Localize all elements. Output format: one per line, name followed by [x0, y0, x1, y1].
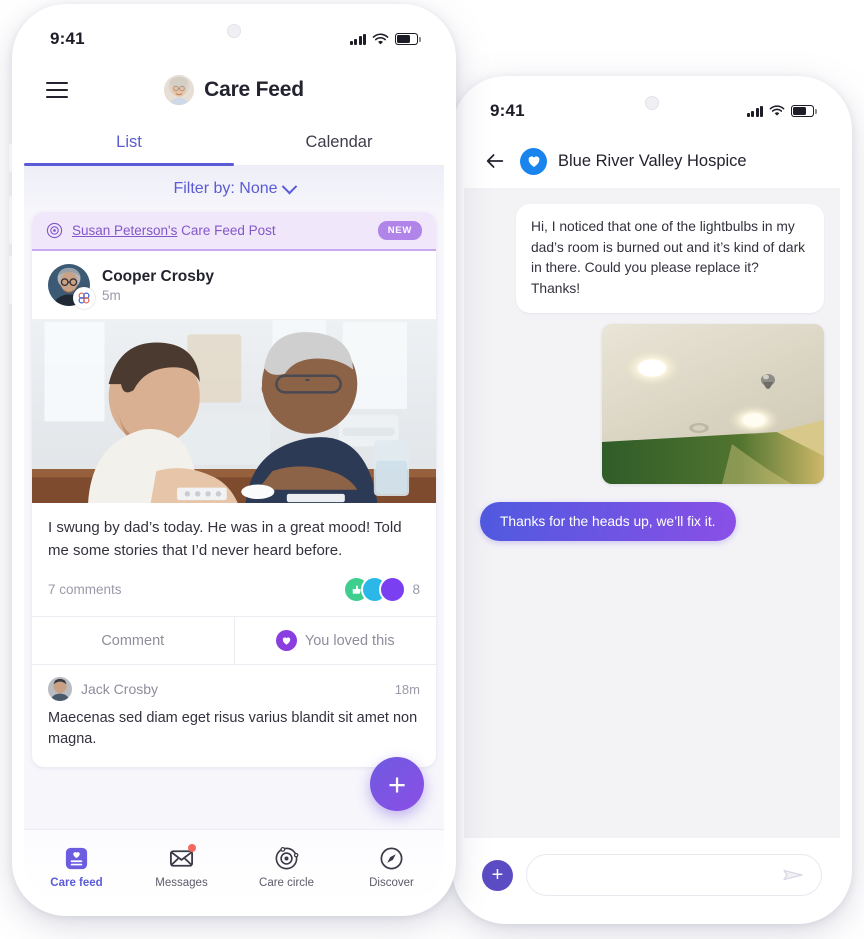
loved-this-label: You loved this: [304, 632, 395, 649]
filter-label: Filter by: None: [173, 180, 278, 197]
phone-side-button: [9, 144, 12, 172]
tab-list[interactable]: List: [24, 118, 234, 166]
left-phone-frame: 9:41 Care Feed List Calendar Filter by: …: [9, 4, 456, 916]
status-time: 9:41: [50, 29, 85, 48]
heart-logo-icon: [520, 147, 547, 175]
attachment-plus-button[interactable]: +: [482, 859, 513, 891]
heart-icon: [275, 630, 297, 651]
message-composer: +: [464, 838, 840, 912]
feed-tabs: List Calendar: [24, 118, 444, 166]
phone-volume-up-button: [9, 196, 12, 244]
page-title: Care Feed: [204, 78, 304, 101]
loved-this-button[interactable]: You loved this: [233, 617, 437, 664]
dual-phone-mockup: 9:41 Blue River Valley Hospice Hi, I not…: [0, 0, 864, 939]
app-header: Care Feed: [24, 62, 444, 118]
right-phone-frame: 9:41 Blue River Valley Hospice Hi, I not…: [449, 76, 852, 924]
nav-item-care-feed[interactable]: Care feed: [24, 830, 129, 904]
bottom-navigation: Care feed Messages Care circle Discover: [24, 829, 444, 904]
chat-message-list: Hi, I noticed that one of the lightbulbs…: [464, 188, 840, 838]
compass-icon: [378, 845, 405, 872]
create-post-fab[interactable]: +: [370, 757, 424, 811]
reaction-tertiary-icon: [379, 576, 407, 603]
comment-button[interactable]: Comment: [32, 617, 234, 664]
message-bubble-incoming: Hi, I noticed that one of the lightbulbs…: [516, 204, 824, 313]
tab-calendar[interactable]: Calendar: [234, 118, 444, 166]
nav-label-messages: Messages: [155, 877, 208, 889]
front-camera-icon: [645, 96, 659, 110]
post-timestamp: 5m: [102, 287, 121, 303]
status-badge-new: NEW: [377, 221, 422, 240]
care-circle-icon: [273, 845, 300, 872]
feed-post-card: Susan Peterson's Care Feed Post NEW Coop…: [32, 212, 436, 767]
front-camera-icon: [227, 24, 241, 38]
back-arrow-icon[interactable]: [484, 150, 506, 172]
wifi-icon: [769, 105, 785, 116]
envelope-icon: [168, 844, 196, 872]
care-circle-icon: [46, 222, 63, 239]
nav-label-care-circle: Care circle: [259, 877, 314, 889]
hamburger-menu-icon[interactable]: [46, 81, 68, 99]
post-comment: Jack Crosby 18m Maecenas sed diam eget r…: [32, 664, 436, 767]
care-feed-icon: [63, 845, 90, 872]
nav-item-discover[interactable]: Discover: [339, 830, 444, 904]
post-author-row: Cooper Crosby 5m: [32, 251, 436, 319]
commenter-avatar-icon: [48, 677, 72, 701]
message-image-ceiling-lights[interactable]: [602, 323, 824, 484]
comment-timestamp: 18m: [394, 681, 420, 697]
phone-volume-down-button: [9, 256, 12, 304]
chat-title: Blue River Valley Hospice: [558, 151, 747, 170]
post-ribbon-text: Susan Peterson's Care Feed Post: [72, 223, 369, 238]
post-owner-link[interactable]: Susan Peterson's: [72, 223, 177, 238]
comment-author[interactable]: Jack Crosby: [81, 681, 386, 697]
post-engagement-row: 7 comments 8: [32, 562, 436, 616]
nav-label-care-feed: Care feed: [50, 877, 103, 889]
post-ribbon-suffix: Care Feed Post: [177, 223, 276, 238]
post-ribbon[interactable]: Susan Peterson's Care Feed Post NEW: [32, 212, 436, 251]
post-reactions[interactable]: 8: [343, 576, 420, 603]
wifi-icon: [372, 32, 389, 44]
right-status-bar: 9:41: [464, 88, 840, 134]
reaction-count: 8: [412, 582, 420, 597]
left-status-bar: 9:41: [24, 16, 444, 62]
comment-text: Maecenas sed diam eget risus varius blan…: [48, 710, 418, 748]
signal-bars-icon: [746, 105, 763, 117]
post-text: I swung by dad’s today. He was in a grea…: [48, 519, 402, 559]
chevron-down-icon: [281, 178, 297, 194]
care-feed-list: Filter by: None Susan Peterson's Care Fe…: [24, 166, 444, 829]
unread-badge: [188, 844, 196, 852]
message-input-wrapper[interactable]: [526, 854, 822, 896]
message-bubble-outgoing: Thanks for the heads up, we’ll fix it.: [480, 501, 736, 541]
post-actions: Comment You loved this: [32, 616, 436, 664]
battery-icon: [791, 105, 817, 117]
comment-button-label: Comment: [101, 632, 165, 649]
filter-by-button[interactable]: Filter by: None: [24, 166, 444, 212]
profile-avatar-icon: [164, 75, 195, 105]
nav-item-messages[interactable]: Messages: [129, 830, 234, 904]
chat-header: Blue River Valley Hospice: [464, 134, 840, 188]
post-photo-caregiving[interactable]: [32, 319, 436, 503]
message-input[interactable]: [543, 866, 781, 884]
care-circle-badge-icon: [73, 287, 95, 309]
post-author-name: Cooper Crosby: [102, 267, 214, 285]
send-icon[interactable]: [781, 863, 805, 887]
nav-label-discover: Discover: [369, 877, 414, 889]
status-time: 9:41: [490, 101, 525, 120]
battery-icon: [395, 33, 421, 45]
plus-icon: +: [387, 766, 407, 802]
signal-bars-icon: [349, 33, 366, 45]
nav-item-care-circle[interactable]: Care circle: [234, 830, 339, 904]
post-comment-count[interactable]: 7 comments: [48, 582, 122, 597]
